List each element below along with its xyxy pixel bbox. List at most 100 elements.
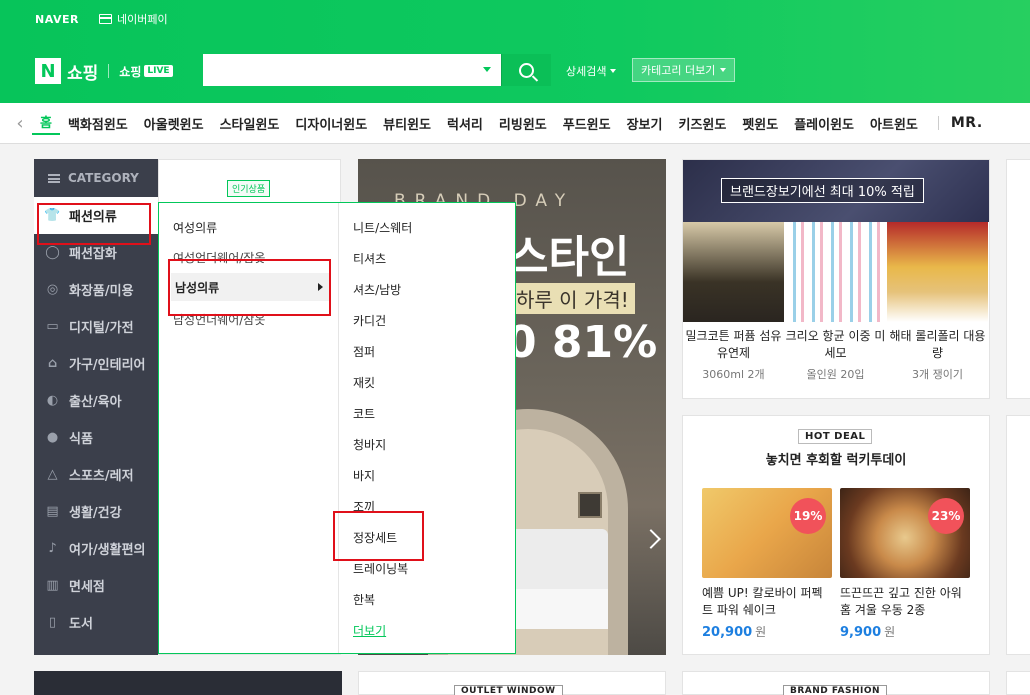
top-bar: NAVER 네이버페이 xyxy=(35,11,168,27)
nav-item[interactable]: 아트윈도 xyxy=(862,114,926,133)
category-item[interactable]: ◐ 출산/육아 xyxy=(34,382,158,419)
deal-price-unit: 원 xyxy=(884,625,896,639)
nav-item-mr[interactable]: MR. xyxy=(951,115,983,131)
category-item[interactable]: ⌂ 가구/인테리어 xyxy=(34,345,158,382)
flyout-item[interactable]: 코트 xyxy=(353,405,375,422)
category-item[interactable]: ▯ 도서 xyxy=(34,604,158,641)
live-badge: LIVE xyxy=(144,65,173,77)
product-image xyxy=(683,222,784,322)
menu-icon xyxy=(48,173,60,183)
product-card[interactable]: 해태 롤리폴리 대용량 3개 쟁이기 xyxy=(887,222,988,398)
banner-frame-image xyxy=(578,492,602,518)
detail-search-label: 상세검색 xyxy=(566,65,607,78)
flyout-subcategory[interactable]: 여성의류 xyxy=(173,219,217,236)
flyout-subcategory[interactable]: 여성언더웨어/잠옷 xyxy=(173,249,265,266)
nav-prev-arrow-icon[interactable]: ‹ xyxy=(8,113,32,134)
product-image xyxy=(785,222,886,322)
category-item-label: 패션의류 xyxy=(69,210,117,225)
category-item-label: 생활/건강 xyxy=(69,506,122,521)
category-header-label: CATEGORY xyxy=(68,171,139,185)
product-card[interactable]: 밀크코튼 퍼퓸 섬유유연제 3060ml 2개 xyxy=(683,222,784,398)
nav-item[interactable]: 플레이윈도 xyxy=(786,114,862,133)
category-item[interactable]: ▥ 면세점 xyxy=(34,567,158,604)
product-name: 밀크코튼 퍼퓸 섬유유연제 xyxy=(685,329,782,360)
deal-price-value: 9,900 xyxy=(840,625,882,640)
flyout-item-list: 니트/스웨터 티셔츠 셔츠/남방 카디건 점퍼 재킷 코트 청바지 바지 조끼 … xyxy=(353,203,513,653)
category-item-label: 화장품/미용 xyxy=(69,284,134,299)
nav-item-home[interactable]: 홈 xyxy=(32,112,60,135)
category-item[interactable]: ▭ 디지털/가전 xyxy=(34,308,158,345)
deal-price: 20,900 원 xyxy=(702,623,832,640)
chevron-down-icon xyxy=(720,68,727,72)
flyout-item[interactable]: 청바지 xyxy=(353,436,386,453)
flyout-item-suit-set[interactable]: 정장세트 xyxy=(353,529,397,546)
shopping-logo[interactable]: N 쇼핑 쇼핑 LIVE xyxy=(35,56,173,86)
nav-item[interactable]: 리빙윈도 xyxy=(491,114,555,133)
flyout-item[interactable]: 티셔츠 xyxy=(353,250,386,267)
flyout-item[interactable]: 셔츠/남방 xyxy=(353,281,401,298)
flyout-more-link[interactable]: 더보기 xyxy=(353,622,386,639)
detail-search-button[interactable]: 상세검색 xyxy=(566,63,617,79)
search-input[interactable] xyxy=(203,54,501,86)
header: NAVER 네이버페이 N 쇼핑 쇼핑 LIVE 상세검색 카테고리 더보기 xyxy=(0,0,1030,103)
category-item[interactable]: △ 스포츠/레저 xyxy=(34,456,158,493)
nav-item[interactable]: 펫윈도 xyxy=(734,114,786,133)
building-icon: ▥ xyxy=(46,578,59,593)
flyout-subcategory[interactable]: 남성언더웨어/잠옷 xyxy=(173,311,265,328)
nav-item[interactable]: 뷰티윈도 xyxy=(375,114,439,133)
guitar-icon: ♪ xyxy=(48,541,57,556)
flyout-item[interactable]: 한복 xyxy=(353,591,375,608)
divider xyxy=(108,64,110,78)
deal-price-value: 20,900 xyxy=(702,625,753,640)
deal-price: 9,900 원 xyxy=(840,623,970,640)
nav-item[interactable]: 장보기 xyxy=(619,114,671,133)
deal-image: 19% xyxy=(702,488,832,578)
category-more-button[interactable]: 카테고리 더보기 xyxy=(632,58,736,82)
nav-item[interactable]: 아울렛윈도 xyxy=(136,114,212,133)
bottom-card-dark xyxy=(34,671,342,695)
product-card[interactable]: 크리오 항균 이중 미세모 올인원 20입 xyxy=(785,222,886,398)
search-button[interactable] xyxy=(501,54,551,86)
nav-item[interactable]: 럭셔리 xyxy=(439,114,491,133)
tent-icon: △ xyxy=(47,467,58,482)
flyout-subcategory-selected[interactable]: 남성의류 xyxy=(171,273,329,301)
flyout-item[interactable]: 바지 xyxy=(353,467,375,484)
deal-item[interactable]: 19% 예쁨 UP! 칼로바이 퍼펙트 파워 쉐이크 20,900 원 xyxy=(702,488,832,640)
nav-item[interactable]: 푸드윈도 xyxy=(555,114,619,133)
category-item[interactable]: ▤ 생활/건강 xyxy=(34,493,158,530)
right-card-partial xyxy=(1006,159,1030,399)
search-icon xyxy=(519,62,534,78)
category-item-fashion[interactable]: 👕 패션의류 xyxy=(34,197,158,234)
hot-deal-title: 놓치면 후회할 럭키투데이 xyxy=(765,453,907,468)
shirt-icon: 👕 xyxy=(44,208,61,223)
nav-item[interactable]: 스타일윈도 xyxy=(212,114,288,133)
banner-title: 스타인 xyxy=(508,232,630,283)
discount-badge: 23% xyxy=(928,498,964,534)
banner-next-arrow-icon[interactable] xyxy=(640,519,662,559)
search-dropdown-caret-icon[interactable] xyxy=(483,67,491,72)
category-item[interactable]: ◎ 화장품/미용 xyxy=(34,271,158,308)
flyout-item[interactable]: 트레이닝복 xyxy=(353,560,408,577)
naver-logo[interactable]: NAVER xyxy=(35,13,79,26)
nav-item[interactable]: 디자이너윈도 xyxy=(287,114,375,133)
popular-badge: 인기상품 xyxy=(227,180,271,197)
flyout-item[interactable]: 재킷 xyxy=(353,374,375,391)
shopping-live-link[interactable]: 쇼핑 LIVE xyxy=(119,63,173,80)
category-item[interactable]: ◯ 패션잡화 xyxy=(34,234,158,271)
category-item-label: 도서 xyxy=(69,617,93,632)
flyout-item[interactable]: 니트/스웨터 xyxy=(353,219,412,236)
shopping-live-label: 쇼핑 xyxy=(119,64,142,79)
nav-item[interactable]: 키즈윈도 xyxy=(670,114,734,133)
flyout-item[interactable]: 점퍼 xyxy=(353,343,375,360)
shopping-label: 쇼핑 xyxy=(67,63,99,84)
nav-item[interactable]: 백화점윈도 xyxy=(60,114,136,133)
banner-discount: 0 81% xyxy=(506,317,658,368)
flyout-item[interactable]: 카디건 xyxy=(353,312,386,329)
basket-icon: ▤ xyxy=(46,504,59,519)
category-item[interactable]: ● 식품 xyxy=(34,419,158,456)
flyout-item[interactable]: 조끼 xyxy=(353,498,375,515)
naver-pay-link[interactable]: 네이버페이 xyxy=(98,11,168,27)
category-item[interactable]: ♪ 여가/생활편의 xyxy=(34,530,158,567)
product-sub: 3개 쟁이기 xyxy=(912,368,963,381)
deal-item[interactable]: 23% 뜨끈뜨끈 깊고 진한 아워홈 겨울 우동 2종 9,900 원 xyxy=(840,488,970,640)
